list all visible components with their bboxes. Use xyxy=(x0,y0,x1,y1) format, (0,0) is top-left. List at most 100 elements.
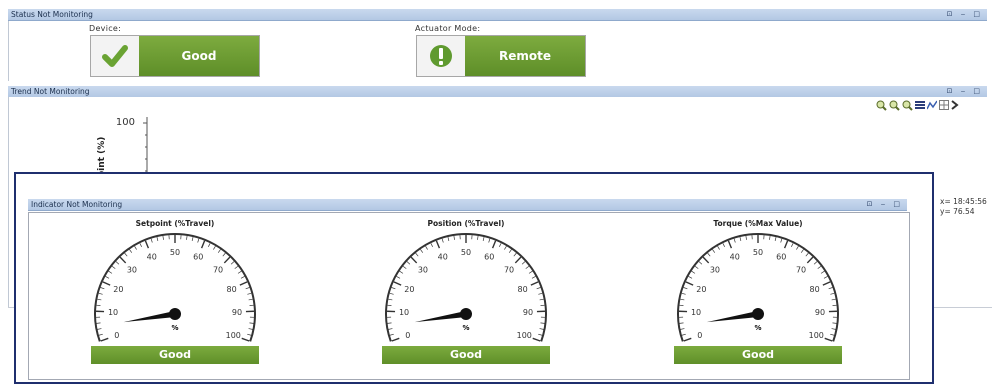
zoom-reset-icon[interactable] xyxy=(902,100,913,111)
gauge-tick xyxy=(515,257,521,263)
gauge-scale-label: 40 xyxy=(147,253,157,262)
indicator-panel-window-controls[interactable]: ⊡ ‒ □ xyxy=(867,199,903,210)
trend-line-icon[interactable] xyxy=(927,100,937,110)
gauge-tick xyxy=(416,253,419,256)
gauge-tick xyxy=(708,253,711,256)
gauge-status-bar: Good xyxy=(674,346,842,364)
gauge-tick xyxy=(824,276,828,278)
gauge-tick xyxy=(769,236,770,240)
gauge-tick xyxy=(830,293,834,294)
trend-panel-title: Trend Not Monitoring xyxy=(11,87,90,96)
gauge-tick xyxy=(734,239,735,243)
gauge-tick xyxy=(97,299,101,300)
gauge-dial: 0102030405060708090100% xyxy=(668,232,848,342)
gauge-tick xyxy=(249,299,253,300)
gauge-scale-label: 0 xyxy=(114,331,119,340)
gauge-tick xyxy=(431,243,433,247)
gauge-tick xyxy=(392,287,396,288)
gauge-tick xyxy=(390,334,394,335)
gauge-tick xyxy=(407,262,410,265)
gauge-tick xyxy=(740,237,741,241)
gauge-tick xyxy=(246,287,250,288)
gauge-tick xyxy=(823,282,830,285)
gauge-tick xyxy=(101,287,105,288)
gauge-tick xyxy=(390,293,394,294)
device-status-box: Good xyxy=(90,35,260,77)
gauge-scale-label: 60 xyxy=(776,253,786,262)
gauge-tick xyxy=(249,329,253,330)
gauge-tick xyxy=(238,271,241,273)
gauge-tick xyxy=(397,276,401,278)
gauge-tick xyxy=(526,266,529,268)
gauge-tick xyxy=(540,329,544,330)
gauge-unit: % xyxy=(462,324,469,332)
gauge-tick xyxy=(801,249,803,252)
gauge-tick xyxy=(504,246,506,249)
gauge-tick xyxy=(540,299,544,300)
gauge-tick xyxy=(436,241,439,248)
gauge-hub xyxy=(460,308,472,320)
gauge-scale-label: 40 xyxy=(730,253,740,262)
gauge-tick xyxy=(509,249,511,252)
gauge-tick xyxy=(454,236,455,240)
gauge-tick xyxy=(112,266,115,268)
gauge-scale-label: 20 xyxy=(696,285,706,294)
gauge-scale-label: 30 xyxy=(127,265,137,274)
gauge-scale-label: 90 xyxy=(523,308,533,317)
cursor-readout: x= 18:45:56 y= 76.54 xyxy=(940,197,987,217)
device-label: Device: xyxy=(89,24,121,33)
gauge-tick xyxy=(411,257,417,263)
gauge-tick xyxy=(224,257,230,263)
y-tick-label: 100 xyxy=(105,117,135,128)
gauge-tick xyxy=(532,276,536,278)
legend-icon[interactable] xyxy=(915,100,925,110)
gauge-tick xyxy=(109,271,112,273)
gauge-scale-label: 10 xyxy=(399,308,409,317)
gauge-scale-label: 60 xyxy=(484,253,494,262)
gauge-tick xyxy=(514,253,517,256)
gauge-tick xyxy=(689,276,693,278)
gauge-scale-label: 0 xyxy=(405,331,410,340)
gauge-scale-label: 70 xyxy=(796,265,806,274)
gauge-tick xyxy=(218,249,220,252)
gauge-scale-label: 30 xyxy=(418,265,428,274)
gauge-tick xyxy=(699,262,702,265)
gauge-tick xyxy=(531,282,538,285)
gauge-tick xyxy=(192,237,193,241)
gauge-tick xyxy=(99,293,103,294)
info-icon xyxy=(417,36,465,76)
zoom-in-icon[interactable] xyxy=(876,100,887,111)
gauge-scale-label: 60 xyxy=(193,253,203,262)
gauge-scale-label: 0 xyxy=(697,331,702,340)
gauge-hub xyxy=(752,308,764,320)
chevron-right-icon[interactable] xyxy=(951,100,959,110)
gauge-unit: % xyxy=(171,324,178,332)
gauge-needle xyxy=(707,311,759,322)
gauge-tick xyxy=(781,239,782,243)
gauge-scale-label: 70 xyxy=(504,265,514,274)
gauge-tick xyxy=(145,241,148,248)
status-panel-title: Status Not Monitoring xyxy=(11,10,93,19)
gauge-tick xyxy=(692,271,695,273)
gauge-scale-label: 30 xyxy=(710,265,720,274)
gauge-tick xyxy=(806,253,809,256)
gauge-tick xyxy=(818,266,821,268)
trend-panel-window-controls[interactable]: ⊡ ‒ □ xyxy=(947,86,983,97)
status-panel-window-controls[interactable]: ⊡ ‒ □ xyxy=(947,9,983,20)
grid-icon[interactable] xyxy=(939,100,949,110)
y-axis-label: oint (%) xyxy=(97,137,107,177)
gauge-scale-label: 50 xyxy=(461,248,471,257)
zoom-out-icon[interactable] xyxy=(889,100,900,111)
gauge-tick xyxy=(426,246,428,249)
gauge-scale-label: 90 xyxy=(232,308,242,317)
gauge-scale-label: 100 xyxy=(517,331,532,340)
gauge-tick xyxy=(247,293,251,294)
gauge-scale-label: 90 xyxy=(815,308,825,317)
gauge-tick xyxy=(746,236,747,240)
gauge-tick xyxy=(718,246,720,249)
gauge-tick xyxy=(103,282,110,285)
gauge-tick xyxy=(529,271,532,273)
gauge-tick xyxy=(129,249,131,252)
gauge-scale-label: 50 xyxy=(753,248,763,257)
gauge-tick xyxy=(499,243,501,247)
